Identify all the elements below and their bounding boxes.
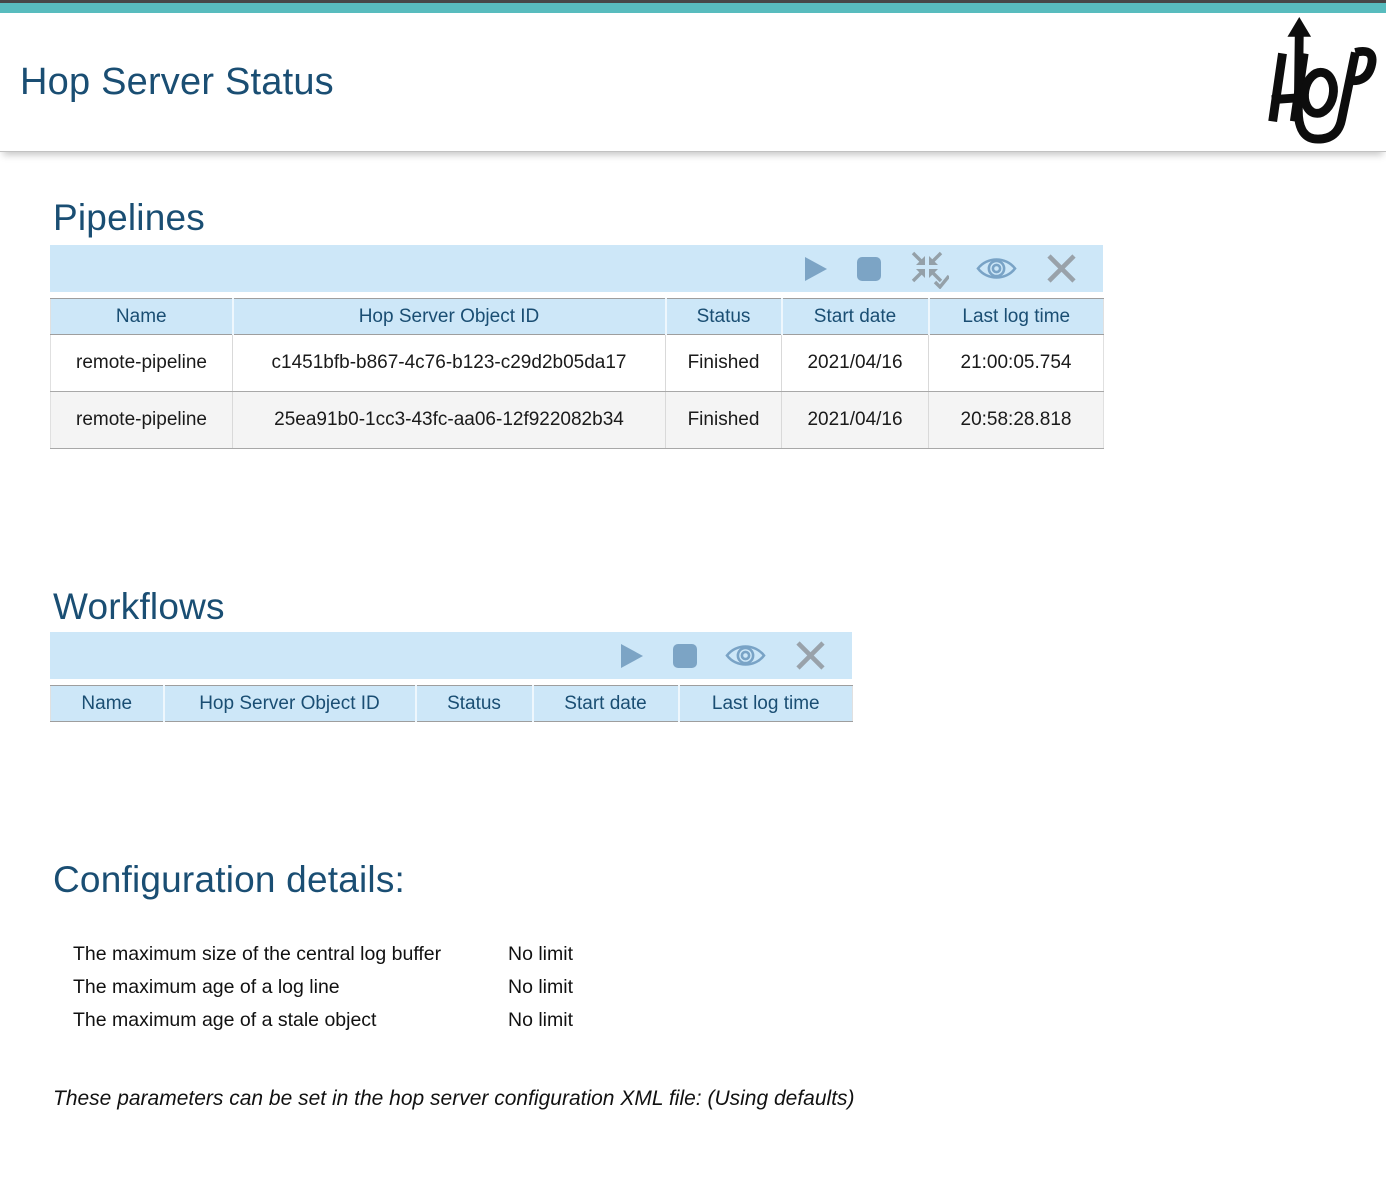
config-row: The maximum age of a stale object No lim… [73, 1004, 1386, 1037]
hop-logo [1252, 16, 1380, 148]
column-header-status: Status [416, 686, 533, 722]
configuration-parameters: The maximum size of the central log buff… [73, 938, 1386, 1037]
configuration-heading: Configuration details: [53, 859, 1386, 901]
remove-workflow-button[interactable] [793, 638, 828, 673]
column-header-start-date: Start date [782, 299, 929, 335]
close-icon [793, 638, 828, 673]
cell-start-date: 2021/04/16 [782, 335, 929, 392]
column-header-name: Name [51, 686, 164, 722]
pipeline-row[interactable]: remote-pipeline 25ea91b0-1cc3-43fc-aa06-… [51, 392, 1104, 449]
config-param-label: The maximum size of the central log buff… [73, 943, 508, 966]
column-header-name: Name [51, 299, 233, 335]
start-workflow-button[interactable] [619, 642, 645, 670]
workflows-section: Workflows [50, 586, 1386, 722]
start-pipeline-button[interactable] [803, 255, 829, 283]
column-header-start-date: Start date [533, 686, 679, 722]
pipelines-heading: Pipelines [53, 197, 1386, 239]
view-workflow-button[interactable] [725, 641, 766, 670]
column-header-object-id: Hop Server Object ID [164, 686, 416, 722]
workflows-heading: Workflows [53, 586, 1386, 628]
cell-status: Finished [666, 392, 782, 449]
cell-name: remote-pipeline [51, 392, 233, 449]
pipeline-row[interactable]: remote-pipeline c1451bfb-b867-4c76-b123-… [51, 335, 1104, 392]
pipelines-header-row: Name Hop Server Object ID Status Start d… [51, 299, 1104, 335]
cell-status: Finished [666, 335, 782, 392]
page-header: Hop Server Status [0, 13, 1386, 152]
column-header-status: Status [666, 299, 782, 335]
stop-workflow-button[interactable] [672, 643, 698, 669]
pipelines-toolbar [50, 245, 1103, 292]
brand-teal-bar [0, 3, 1386, 13]
play-icon [803, 255, 829, 283]
pipelines-table: Name Hop Server Object ID Status Start d… [50, 298, 1104, 449]
config-footnote: These parameters can be set in the hop s… [53, 1087, 1386, 1111]
pipelines-section: Pipelines [50, 197, 1386, 449]
cell-last-log-time: 21:00:05.754 [929, 335, 1104, 392]
column-header-last-log-time: Last log time [929, 299, 1104, 335]
config-row: The maximum size of the central log buff… [73, 938, 1386, 971]
workflows-header-row: Name Hop Server Object ID Status Start d… [51, 686, 853, 722]
workflows-toolbar [50, 632, 852, 679]
stop-icon [672, 643, 698, 669]
cell-last-log-time: 20:58:28.818 [929, 392, 1104, 449]
remove-pipeline-button[interactable] [1044, 251, 1079, 286]
page-title: Hop Server Status [20, 61, 334, 104]
eye-icon [976, 254, 1017, 283]
cell-object-id: 25ea91b0-1cc3-43fc-aa06-12f922082b34 [233, 392, 666, 449]
cell-name: remote-pipeline [51, 335, 233, 392]
cell-start-date: 2021/04/16 [782, 392, 929, 449]
stop-pipeline-button[interactable] [856, 256, 882, 282]
column-header-object-id: Hop Server Object ID [233, 299, 666, 335]
config-param-value: No limit [508, 976, 573, 999]
config-param-value: No limit [508, 943, 573, 966]
cell-object-id: c1451bfb-b867-4c76-b123-c29d2b05da17 [233, 335, 666, 392]
play-icon [619, 642, 645, 670]
cleanup-finished-button[interactable] [909, 249, 949, 289]
configuration-section: Configuration details: The maximum size … [50, 859, 1386, 1110]
collapse-check-icon [909, 249, 949, 289]
hop-logo-icon [1252, 16, 1380, 148]
eye-icon [725, 641, 766, 670]
config-param-label: The maximum age of a log line [73, 976, 508, 999]
close-icon [1044, 251, 1079, 286]
workflows-table: Name Hop Server Object ID Status Start d… [50, 685, 853, 722]
config-param-label: The maximum age of a stale object [73, 1009, 508, 1032]
stop-icon [856, 256, 882, 282]
main-content: Pipelines [0, 197, 1386, 1111]
view-pipeline-button[interactable] [976, 254, 1017, 283]
config-param-value: No limit [508, 1009, 573, 1032]
column-header-last-log-time: Last log time [679, 686, 853, 722]
config-row: The maximum age of a log line No limit [73, 971, 1386, 1004]
